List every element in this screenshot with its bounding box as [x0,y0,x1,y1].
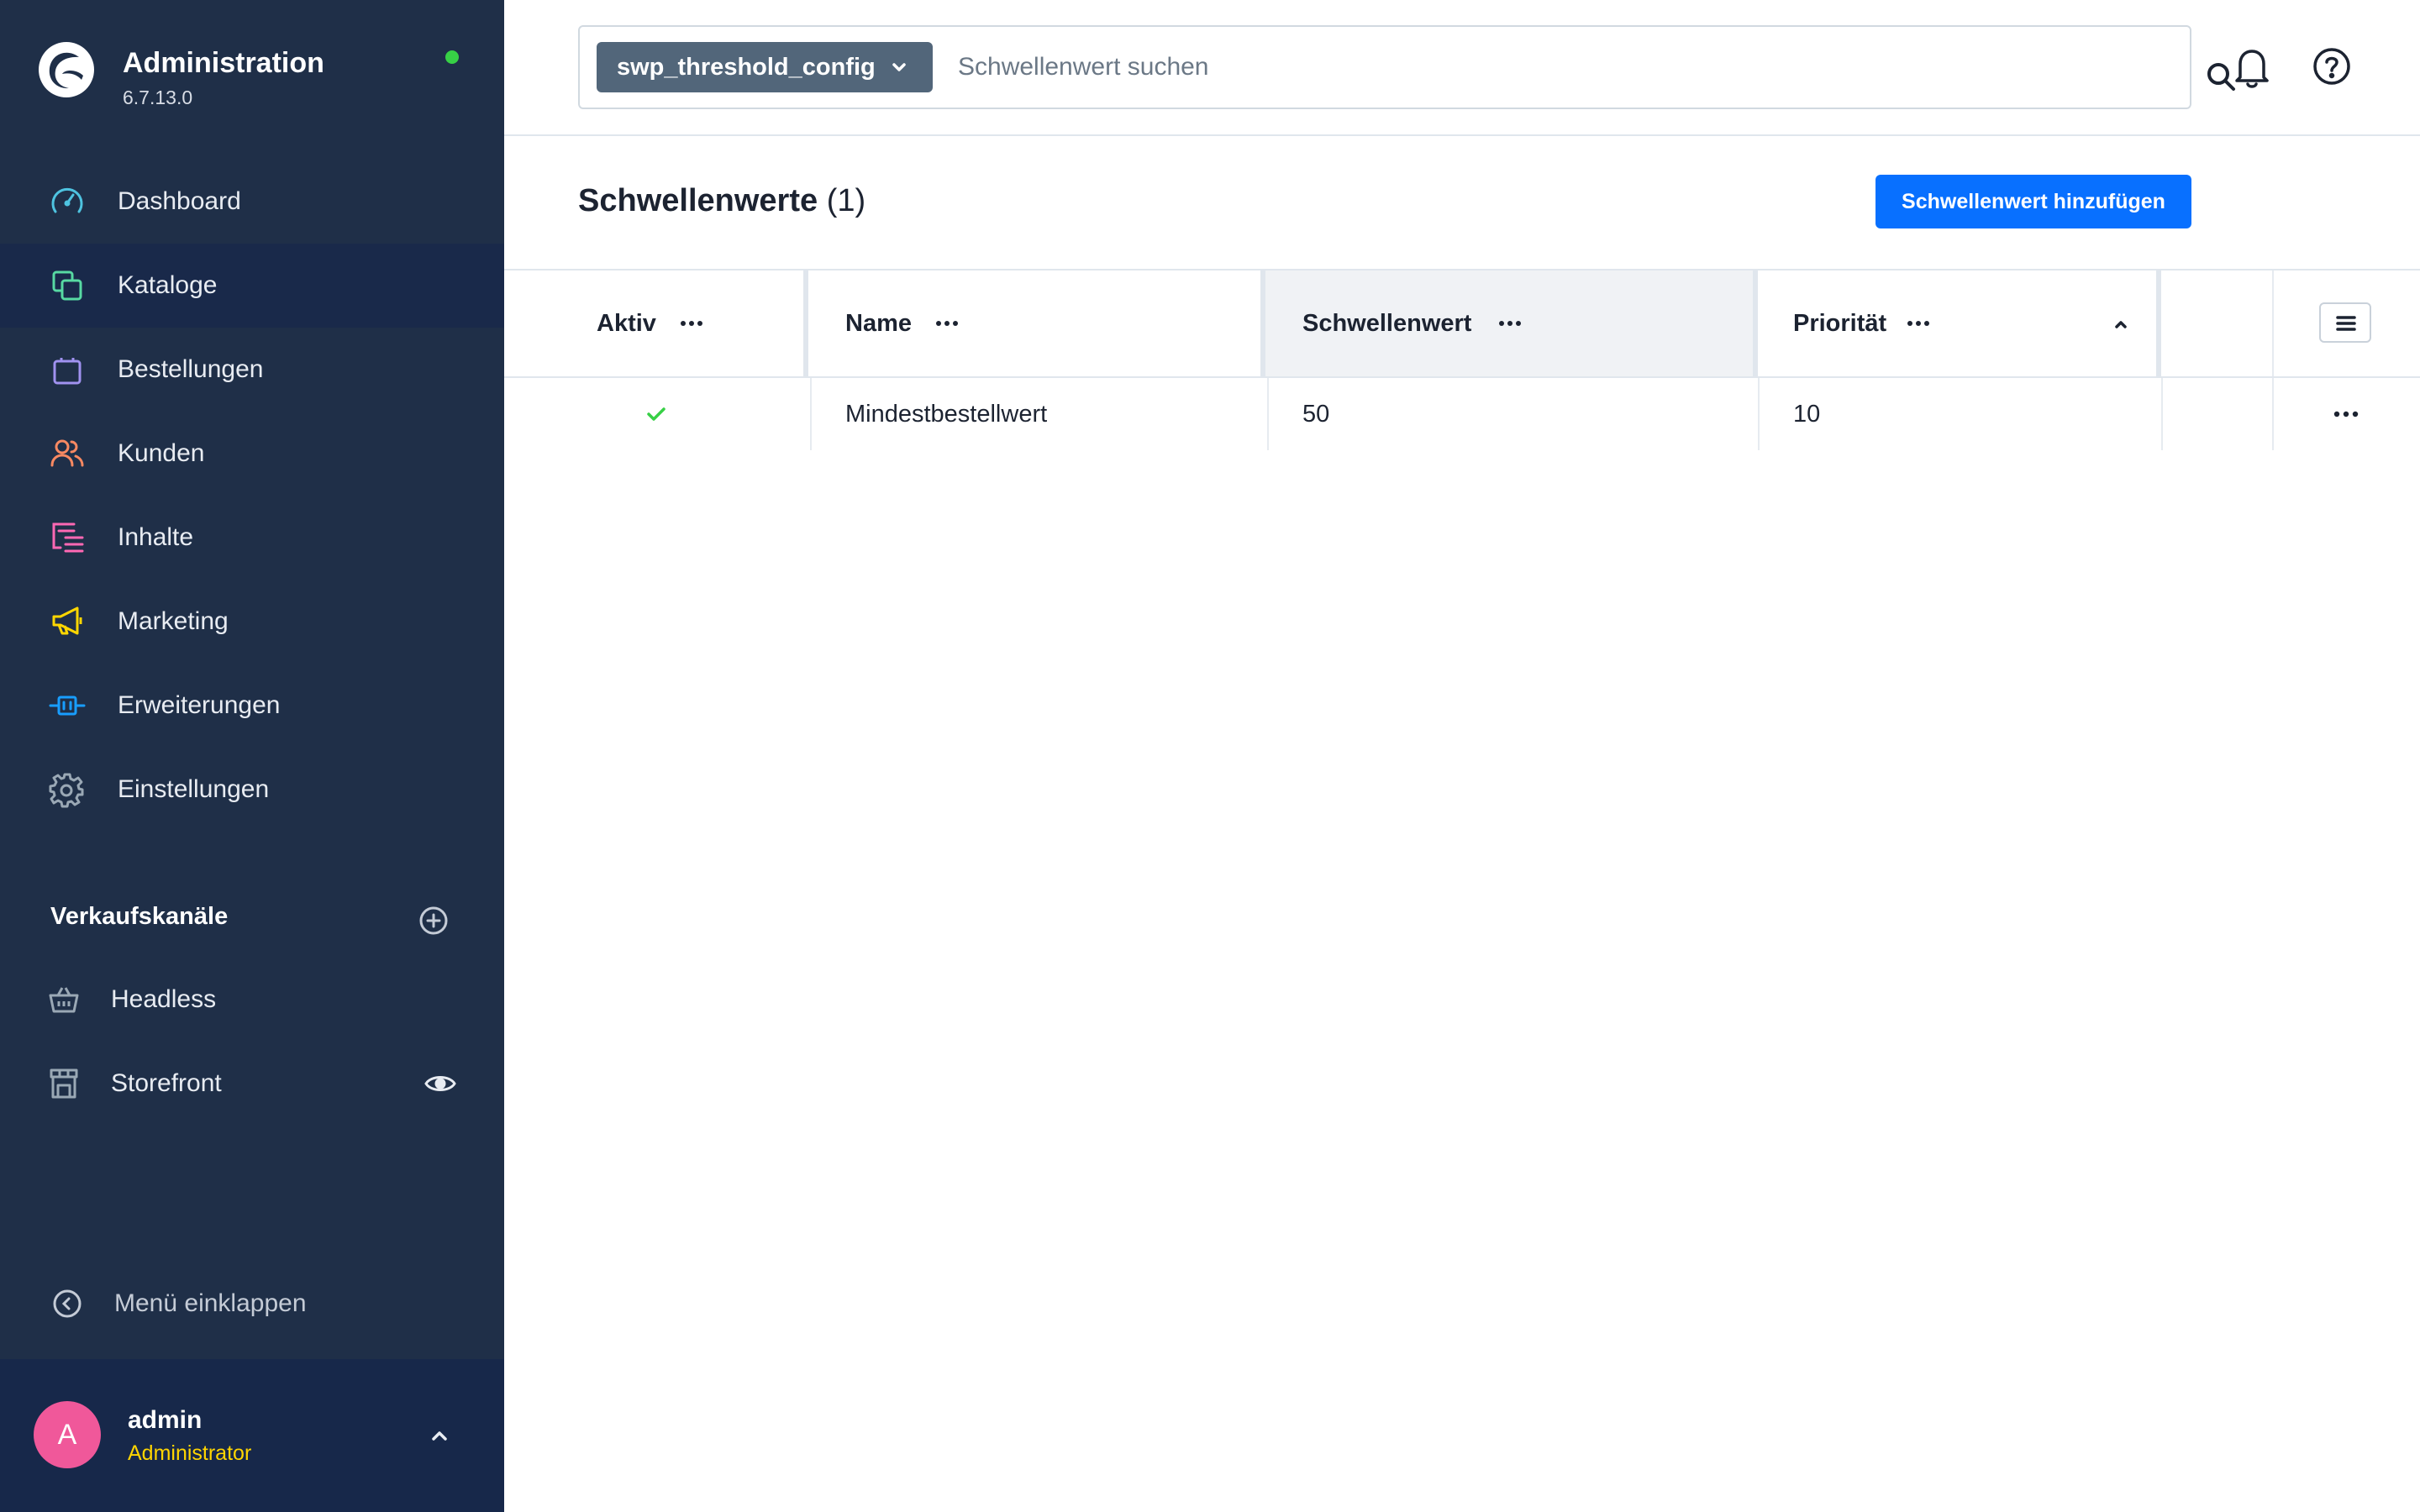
column-header-schwellenwert[interactable]: Schwellenwert [1265,270,1753,376]
search-bar: swp_threshold_config [578,25,2235,109]
chevron-up-icon[interactable] [427,1423,452,1448]
app-version: 6.7.13.0 [123,87,193,108]
status-indicator [445,50,459,64]
avatar: A [34,1401,101,1468]
active-check-icon [647,407,666,421]
cell-priority[interactable]: 10 [1793,378,1820,450]
page-title-text: Schwellenwerte [578,183,818,218]
column-divider [2272,270,2274,376]
cell-name[interactable]: Mindestbestellwert [845,378,1047,450]
cell-threshold[interactable]: 50 [1302,378,1329,450]
chevron-down-icon [892,63,906,71]
sidebar-header: Administration 6.7.13.0 [0,0,504,126]
column-menu-icon[interactable] [1497,316,1523,331]
nav-label: Bestellungen [118,355,264,383]
dashboard-icon [51,187,83,213]
search-entity-select[interactable]: swp_threshold_config [597,42,933,92]
column-label: Name [845,310,912,337]
nav-label: Marketing [118,607,229,635]
customers-icon [50,439,84,467]
cell-divider [1267,378,1269,450]
menu-lines-icon [2336,316,2356,331]
cell-divider [2161,378,2163,450]
page-title: Schwellenwerte (1) [578,183,865,219]
sales-channels-title: Verkaufskanäle [50,903,229,930]
nav-label: Erweiterungen [118,691,281,719]
shopping-bag-icon [53,358,82,385]
user-menu[interactable]: A admin Administrator [0,1359,504,1512]
eye-icon[interactable] [424,1070,457,1097]
collapse-menu-label: Menü einklappen [114,1289,307,1317]
user-role: Administrator [128,1441,252,1465]
nav-item-einstellungen[interactable]: Einstellungen [0,748,504,832]
column-header-name[interactable]: Name [808,270,1260,376]
megaphone-icon [52,606,82,635]
add-sales-channel-icon[interactable] [418,906,449,936]
cell-divider [2272,378,2274,450]
column-header-aktiv[interactable]: Aktiv [504,270,803,376]
column-menu-icon[interactable] [679,316,704,331]
storefront-icon [50,1068,78,1099]
column-label: Schwellenwert [1302,310,1472,337]
sort-ascending-icon[interactable] [2112,316,2129,333]
add-threshold-button[interactable]: Schwellenwert hinzufügen [1876,175,2191,228]
nav-label: Kunden [118,439,205,467]
content-icon [52,522,84,553]
search-input[interactable] [958,42,2067,92]
nav-label: Einstellungen [118,775,270,803]
column-menu-icon[interactable] [934,316,960,331]
nav-label: Kataloge [118,271,218,299]
gear-icon [49,773,84,808]
nav-item-kataloge[interactable]: Kataloge [0,244,504,328]
nav-item-inhalte[interactable]: Inhalte [0,496,504,580]
grid-settings-button[interactable] [2319,302,2371,343]
sidebar: Administration 6.7.13.0 Dashboard Katalo… [0,0,504,1512]
cell-divider [1758,378,1760,450]
column-label: Aktiv [597,310,656,337]
nav-item-erweiterungen[interactable]: Erweiterungen [0,664,504,748]
nav-item-marketing[interactable]: Marketing [0,580,504,664]
collapse-menu-button[interactable]: Menü einklappen [0,1262,504,1346]
shopware-logo-icon[interactable] [37,40,96,99]
basket-icon [49,987,79,1013]
nav-item-bestellungen[interactable]: Bestellungen [0,328,504,412]
column-menu-icon[interactable] [1906,316,1931,331]
table-row[interactable]: Mindestbestellwert 50 10 [504,378,2420,450]
catalog-icon [52,270,82,301]
user-name: admin [128,1406,203,1434]
plug-icon [49,696,86,716]
nav-label: Inhalte [118,523,194,551]
top-bar: swp_threshold_config [504,0,2420,136]
column-header-prioritaet[interactable]: Priorität [1758,270,2156,376]
grid-header: Aktiv Name Schwellenwert Priorität [504,269,2420,378]
app-title: Administration [123,47,324,79]
nav-item-dashboard[interactable]: Dashboard [0,160,504,244]
cell-divider [810,378,812,450]
sales-channel-storefront[interactable]: Storefront [0,1042,504,1126]
page-title-count: (1) [826,183,866,218]
chevron-left-circle-icon [53,1289,82,1318]
nav-label: Dashboard [118,187,241,215]
sales-channel-headless[interactable]: Headless [0,958,504,1042]
help-icon[interactable] [2311,45,2353,87]
sales-channel-label: Storefront [111,1069,222,1097]
column-resize-handle[interactable] [2156,270,2161,376]
row-actions-icon[interactable] [2331,407,2361,422]
sales-channel-label: Headless [111,985,217,1013]
column-label: Priorität [1793,310,1887,337]
search-entity-label: swp_threshold_config [617,54,876,81]
nav-item-kunden[interactable]: Kunden [0,412,504,496]
notifications-bell-icon[interactable] [2230,44,2274,91]
